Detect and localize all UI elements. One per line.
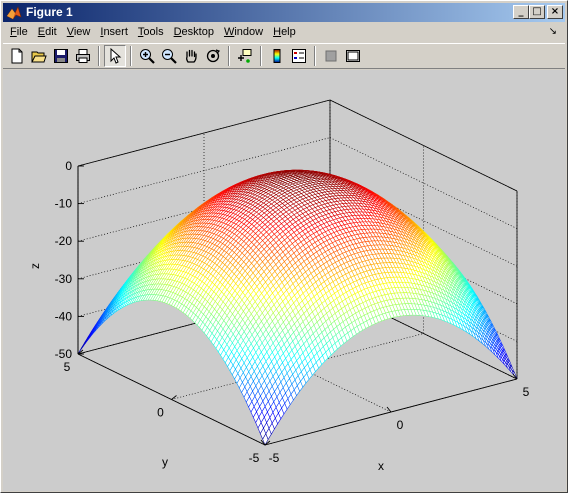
toolbar-separator xyxy=(228,46,230,66)
matlab-logo-icon xyxy=(6,5,22,19)
surface-plot[interactable]: -50-40-30-20-100-505-505xyz xyxy=(3,70,566,491)
open-folder-icon[interactable] xyxy=(28,45,50,67)
zoom-out-icon[interactable] xyxy=(158,45,180,67)
window-title: Figure 1 xyxy=(26,5,73,19)
zoom-in-icon[interactable] xyxy=(136,45,158,67)
toolbar-separator xyxy=(314,46,316,66)
figure-toolbar xyxy=(3,43,565,69)
figure-canvas[interactable]: -50 -40 -30 -20 -10 0 -5 0 5 -5 0 5 x y z xyxy=(3,70,566,491)
show-plot-tools-icon[interactable] xyxy=(342,45,364,67)
pointer-icon[interactable] xyxy=(104,45,126,67)
data-cursor-icon[interactable] xyxy=(234,45,256,67)
minimize-button[interactable]: _ xyxy=(513,5,529,19)
title-bar[interactable]: Figure 1 _ □ × xyxy=(3,3,565,22)
dock-figure-icon[interactable]: ↘ xyxy=(549,26,557,37)
rotate-3d-icon[interactable] xyxy=(202,45,224,67)
menu-tools[interactable]: Tools xyxy=(133,23,169,42)
print-icon[interactable] xyxy=(72,45,94,67)
colorbar-icon[interactable] xyxy=(266,45,288,67)
menu-help[interactable]: Help xyxy=(268,23,301,42)
save-icon[interactable] xyxy=(50,45,72,67)
toolbar-separator xyxy=(98,46,100,66)
menu-view[interactable]: View xyxy=(62,23,96,42)
menu-insert[interactable]: Insert xyxy=(95,23,133,42)
menu-bar: File Edit View Insert Tools Desktop Wind… xyxy=(3,23,565,42)
maximize-button[interactable]: □ xyxy=(529,5,545,19)
surface-mesh xyxy=(77,169,518,446)
figure-window: Figure 1 _ □ × File Edit View Insert Too… xyxy=(0,0,568,493)
menu-desktop[interactable]: Desktop xyxy=(169,23,219,42)
menu-edit[interactable]: Edit xyxy=(33,23,62,42)
new-file-icon[interactable] xyxy=(6,45,28,67)
legend-icon[interactable] xyxy=(288,45,310,67)
menu-file[interactable]: File xyxy=(5,23,33,42)
pan-hand-icon[interactable] xyxy=(180,45,202,67)
close-button[interactable]: × xyxy=(547,5,563,19)
menu-window[interactable]: Window xyxy=(219,23,268,42)
hide-plot-tools-icon[interactable] xyxy=(320,45,342,67)
toolbar-separator xyxy=(130,46,132,66)
toolbar-separator xyxy=(260,46,262,66)
